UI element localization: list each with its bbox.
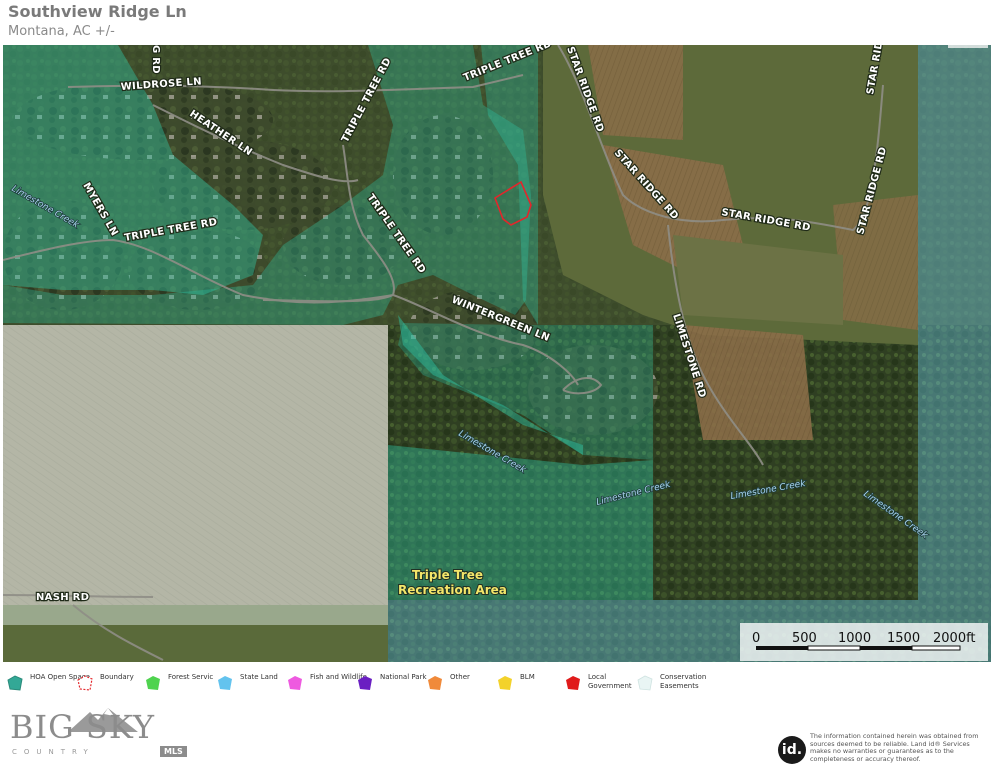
page-title: Southview Ridge Ln	[8, 2, 187, 21]
legend-item-forest-service: Forest Servic	[138, 670, 213, 698]
page-subtitle: Montana, AC +/-	[8, 24, 115, 39]
scale-tick-500: 500	[792, 631, 817, 646]
big-sky-mls-logo: BIG SKY COUNTRY MLS	[10, 708, 195, 763]
scale-tick-0: 0	[752, 631, 760, 646]
recreation-area-label-line2: Recreation Area	[398, 583, 507, 597]
road-label-nash: NASH RD	[36, 592, 89, 603]
map-header: Southview Ridge Ln Montana, AC +/-	[0, 0, 993, 45]
scale-bar: 0 500 1000 1500 2000ft	[740, 623, 988, 661]
recreation-area-label-line1: Triple Tree	[412, 568, 483, 582]
disclaimer-text: The information contained herein was obt…	[810, 732, 979, 763]
map-legend: HOA Open Space Boundary Forest Servic St…	[0, 670, 993, 698]
state-land-icon	[218, 676, 232, 690]
fish-wildlife-icon	[288, 676, 302, 690]
scale-tick-1500: 1500	[887, 631, 920, 646]
logo-wordmark: BIG SKY	[10, 708, 155, 746]
map-view[interactable]: G RD WILDROSE LN TRIPLE TREE RD TRIPLE T…	[3, 45, 991, 662]
land-id-icon: id.	[778, 736, 806, 764]
legend-item-conservation-easements: Conservation Easements	[630, 670, 720, 698]
national-park-icon	[358, 676, 372, 690]
other-icon	[428, 676, 442, 690]
logo-mls-badge: MLS	[160, 746, 187, 757]
boundary-icon	[77, 675, 93, 691]
legend-item-boundary: Boundary	[70, 670, 140, 698]
local-government-icon	[566, 676, 580, 690]
scale-tick-2000: 2000ft	[933, 631, 976, 646]
map-canvas: G RD WILDROSE LN TRIPLE TREE RD TRIPLE T…	[3, 45, 991, 662]
map-footer: BIG SKY COUNTRY MLS id. The information …	[0, 700, 993, 768]
hoa-open-space-icon	[7, 675, 23, 691]
conservation-easement-area	[3, 325, 388, 625]
legend-item-local-government: Local Government	[558, 670, 638, 698]
logo-subtext: COUNTRY	[12, 748, 95, 756]
road-label-g-rd: G RD	[150, 45, 161, 74]
conservation-easements-icon	[637, 675, 653, 691]
legend-item-state-land: State Land	[210, 670, 285, 698]
legend-item-fish-wildlife: Fish and Wildlife	[280, 670, 367, 698]
legend-item-national-park: National Park	[350, 670, 427, 698]
legend-item-blm: BLM	[490, 670, 560, 698]
legend-label-conservation-easements: Conservation Easements	[660, 673, 707, 690]
forest-service-icon	[146, 676, 160, 690]
legend-item-other: Other	[420, 670, 490, 698]
scale-tick-1000: 1000	[838, 631, 871, 646]
blm-icon	[498, 676, 512, 690]
